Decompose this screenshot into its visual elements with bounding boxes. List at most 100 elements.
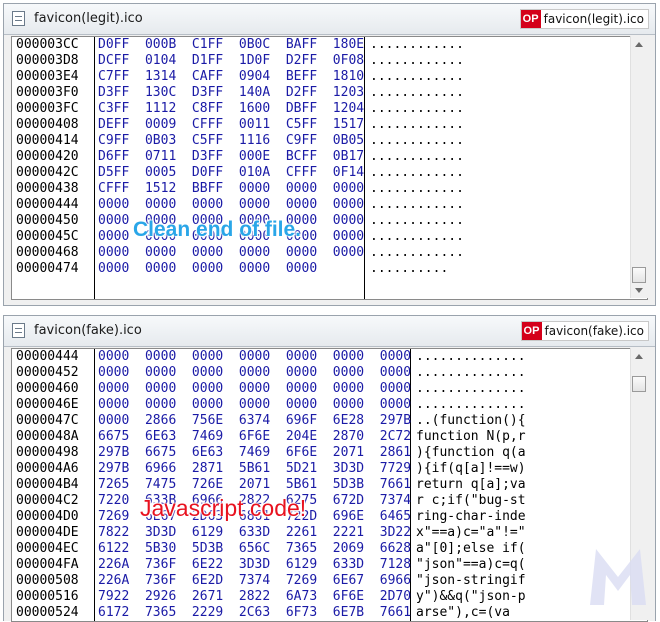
row-ascii: x"==a)c="a"!=" (416, 525, 526, 540)
row-ascii: return q[a];va (416, 477, 526, 492)
row-ascii: ............ (370, 213, 464, 228)
hex-view[interactable]: 00000444 0000 0000 0000 0000 0000 0000 00… (11, 348, 648, 622)
row-address: 000004B4 (16, 477, 79, 492)
file-badge-label: favicon(fake).ico (544, 324, 645, 338)
row-hex-bytes: 7822 3D3D 6129 633D 2261 2221 3D22 (98, 525, 412, 540)
window-title: favicon(fake).ico (34, 323, 142, 338)
hex-row[interactable]: 00000468 0000 0000 0000 0000 0000 0000...… (12, 245, 647, 261)
row-address: 00000438 (16, 181, 79, 196)
row-hex-bytes: D6FF 0711 D3FF 000E BCFF 0B17 (98, 149, 365, 164)
hex-row[interactable]: 00000444 0000 0000 0000 0000 0000 0000 00… (12, 349, 647, 365)
row-hex-bytes: CFFF 1512 BBFF 0000 0000 0000 (98, 181, 365, 196)
hex-row[interactable]: 00000524 6172 7365 2229 2C63 6F73 6E7B 76… (12, 605, 647, 621)
row-ascii: y")&&q("json-p (416, 589, 526, 604)
vertical-scrollbar[interactable] (630, 36, 648, 298)
op-logo-icon: OP (520, 10, 541, 28)
row-ascii: ............ (370, 69, 464, 84)
scroll-thumb[interactable] (632, 267, 646, 283)
row-hex-bytes: 0000 0000 0000 0000 0000 0000 0000 (98, 381, 412, 396)
hex-row[interactable]: 000004FA 226A 736F 6E22 3D3D 6129 633D 71… (12, 557, 647, 573)
row-address: 0000042C (16, 165, 79, 180)
hex-window-legit: favicon(legit).ico OP favicon(legit).ico… (3, 3, 656, 306)
hex-row[interactable]: 00000444 0000 0000 0000 0000 0000 0000...… (12, 197, 647, 213)
hex-row[interactable]: 0000045C 0000 0000 0000 0000 0000 0000...… (12, 229, 647, 245)
title-bar[interactable]: favicon(legit).ico OP favicon(legit).ico (4, 4, 655, 35)
hex-row[interactable]: 000003D8 DCFF 0104 D1FF 1D0F D2FF 0F08...… (12, 53, 647, 69)
hex-row[interactable]: 00000498 297B 6675 6E63 7469 6F6E 2071 28… (12, 445, 647, 461)
scroll-down-icon[interactable] (635, 288, 643, 293)
hex-row[interactable]: 000004D0 7269 6E67 2D63 6861 722D 696E 64… (12, 509, 647, 525)
hex-row[interactable]: 00000420 D6FF 0711 D3FF 000E BCFF 0B17...… (12, 149, 647, 165)
row-ascii: ............ (370, 149, 464, 164)
row-ascii: .............. (416, 397, 526, 412)
row-ascii: .............. (416, 365, 526, 380)
row-address: 000003F0 (16, 85, 79, 100)
row-hex-bytes: C9FF 0B03 C5FF 1116 C9FF 0B05 (98, 133, 365, 148)
row-address: 0000048A (16, 429, 79, 444)
row-hex-bytes: C7FF 1314 CAFF 0904 BEFF 1810 (98, 69, 365, 84)
title-bar[interactable]: favicon(fake).ico OP favicon(fake).ico (4, 316, 655, 347)
row-hex-bytes: DEFF 0009 CFFF 0011 C5FF 1517 (98, 117, 365, 132)
row-hex-bytes: 0000 0000 0000 0000 0000 0000 0000 (98, 349, 412, 364)
hex-row[interactable]: 000003FC C3FF 1112 C8FF 1600 DBFF 1204...… (12, 101, 647, 117)
scroll-up-icon[interactable] (635, 42, 643, 47)
hex-row[interactable]: 0000047C 0000 2866 756E 6374 696F 6E28 29… (12, 413, 647, 429)
row-address: 000003CC (16, 37, 79, 52)
hex-row[interactable]: 00000516 7922 2926 2671 2822 6A73 6F6E 2D… (12, 589, 647, 605)
row-ascii: "json-stringif (416, 573, 526, 588)
row-ascii: .............. (416, 381, 526, 396)
hex-row[interactable]: 00000474 0000 0000 0000 0000 0000........… (12, 261, 647, 277)
row-ascii: ............ (370, 101, 464, 116)
hex-row[interactable]: 00000460 0000 0000 0000 0000 0000 0000 00… (12, 381, 647, 397)
row-hex-bytes: 0000 0000 0000 0000 0000 0000 (98, 245, 365, 260)
hex-row[interactable]: 000003F0 D3FF 130C D3FF 140A D2FF 1203...… (12, 85, 647, 101)
hex-row[interactable]: 00000452 0000 0000 0000 0000 0000 0000 00… (12, 365, 647, 381)
row-address: 0000045C (16, 229, 79, 244)
row-ascii: ............ (370, 165, 464, 180)
row-ascii: ............ (370, 37, 464, 52)
row-address: 000003FC (16, 101, 79, 116)
hex-row[interactable]: 00000508 226A 736F 6E2D 7374 7269 6E67 69… (12, 573, 647, 589)
row-address: 00000408 (16, 117, 79, 132)
row-address: 000004FA (16, 557, 79, 572)
file-badge: OP favicon(fake).ico (520, 321, 649, 341)
hex-row[interactable]: 000004B4 7265 7475 726E 2071 5B61 5D3B 76… (12, 477, 647, 493)
annotation-javascript: Javascript code! (140, 495, 307, 521)
hex-row[interactable]: 0000046E 0000 0000 0000 0000 0000 0000 00… (12, 397, 647, 413)
hex-row[interactable]: 000004C2 7220 633B 6966 2822 6275 672D 73… (12, 493, 647, 509)
hex-row[interactable]: 00000438 CFFF 1512 BBFF 0000 0000 0000...… (12, 181, 647, 197)
hex-row[interactable]: 0000048A 6675 6E63 7469 6F6E 204E 2870 2C… (12, 429, 647, 445)
hex-row[interactable]: 000004A6 297B 6966 2871 5B61 5D21 3D3D 77… (12, 461, 647, 477)
hex-row[interactable]: 0000042C D5FF 0005 D0FF 010A CFFF 0F14...… (12, 165, 647, 181)
hex-row[interactable]: 000004DE 7822 3D3D 6129 633D 2261 2221 3D… (12, 525, 647, 541)
hex-row[interactable]: 00000450 0000 0000 0000 0000 0000 0000...… (12, 213, 647, 229)
row-address: 000004DE (16, 525, 79, 540)
row-address: 000003D8 (16, 53, 79, 68)
row-ascii: ){function q(a (416, 445, 526, 460)
row-address: 00000498 (16, 445, 79, 460)
hex-row[interactable]: 000003E4 C7FF 1314 CAFF 0904 BEFF 1810...… (12, 69, 647, 85)
row-address: 00000414 (16, 133, 79, 148)
scroll-up-icon[interactable] (635, 354, 643, 359)
row-address: 00000524 (16, 605, 79, 620)
hex-row[interactable]: 00000414 C9FF 0B03 C5FF 1116 C9FF 0B05...… (12, 133, 647, 149)
document-icon (12, 11, 25, 26)
row-address: 00000468 (16, 245, 79, 260)
row-hex-bytes: 226A 736F 6E2D 7374 7269 6E67 6966 (98, 573, 412, 588)
row-hex-bytes: 7922 2926 2671 2822 6A73 6F6E 2D70 (98, 589, 412, 604)
row-hex-bytes: 0000 0000 0000 0000 0000 0000 0000 (98, 397, 412, 412)
row-ascii: ............ (370, 181, 464, 196)
op-logo-icon: OP (521, 322, 542, 340)
hex-row[interactable]: 00000408 DEFF 0009 CFFF 0011 C5FF 1517...… (12, 117, 647, 133)
row-hex-bytes: 7265 7475 726E 2071 5B61 5D3B 7661 (98, 477, 412, 492)
hex-row[interactable]: 000003CC D0FF 000B C1FF 0B0C BAFF 180E...… (12, 37, 647, 53)
row-hex-bytes: 0000 0000 0000 0000 0000 (98, 261, 318, 276)
row-address: 00000444 (16, 197, 79, 212)
row-address: 00000460 (16, 381, 79, 396)
row-address: 00000450 (16, 213, 79, 228)
scroll-thumb[interactable] (632, 376, 646, 392)
hex-view[interactable]: 000003CC D0FF 000B C1FF 0B0C BAFF 180E...… (11, 36, 648, 300)
row-ascii: .............. (416, 349, 526, 364)
hex-row[interactable]: 000004EC 6122 5B30 5D3B 656C 7365 2069 66… (12, 541, 647, 557)
row-ascii: ..(function(){ (416, 413, 526, 428)
